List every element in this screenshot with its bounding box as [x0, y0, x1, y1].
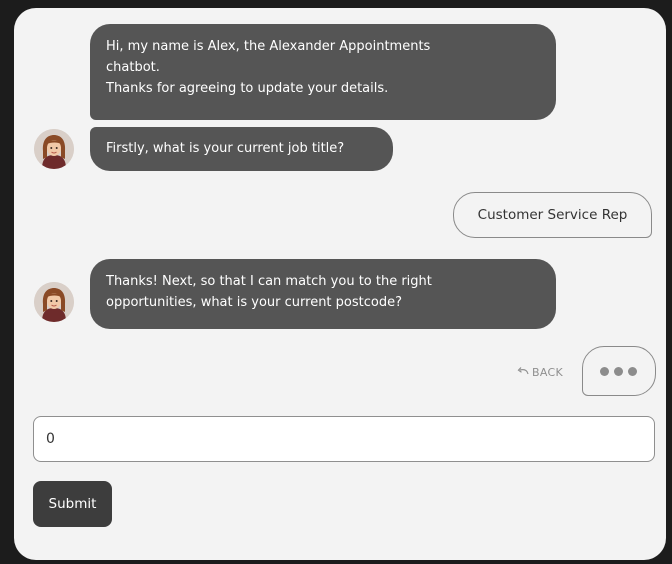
chat-panel: Hi, my name is Alex, the Alexander Appoi…	[14, 8, 666, 560]
back-label: BACK	[532, 366, 563, 379]
message-line: Thanks! Next, so that I can match you to…	[106, 274, 432, 289]
bot-avatar-icon	[34, 129, 74, 169]
undo-arrow-icon	[516, 363, 530, 381]
message-line: Hi, my name is Alex, the Alexander Appoi…	[106, 39, 431, 54]
user-message: Customer Service Rep	[453, 192, 652, 238]
typing-dot	[614, 367, 623, 376]
back-button[interactable]: BACK	[516, 363, 563, 381]
bot-avatar-icon	[34, 282, 74, 322]
typing-indicator	[582, 346, 656, 396]
message-line: Firstly, what is your current job title?	[106, 141, 345, 156]
bot-message: Firstly, what is your current job title?	[90, 127, 393, 171]
submit-button[interactable]: Submit	[33, 481, 112, 527]
message-line: opportunities, what is your current post…	[106, 295, 402, 310]
bot-message: Thanks! Next, so that I can match you to…	[90, 259, 556, 329]
message-line: chatbot.	[106, 60, 160, 75]
bot-message: Hi, my name is Alex, the Alexander Appoi…	[90, 24, 556, 120]
message-line: Customer Service Rep	[477, 207, 628, 223]
postcode-input[interactable]	[33, 416, 655, 462]
typing-dot	[628, 367, 637, 376]
message-line: Thanks for agreeing to update your detai…	[106, 81, 389, 96]
typing-dot	[600, 367, 609, 376]
